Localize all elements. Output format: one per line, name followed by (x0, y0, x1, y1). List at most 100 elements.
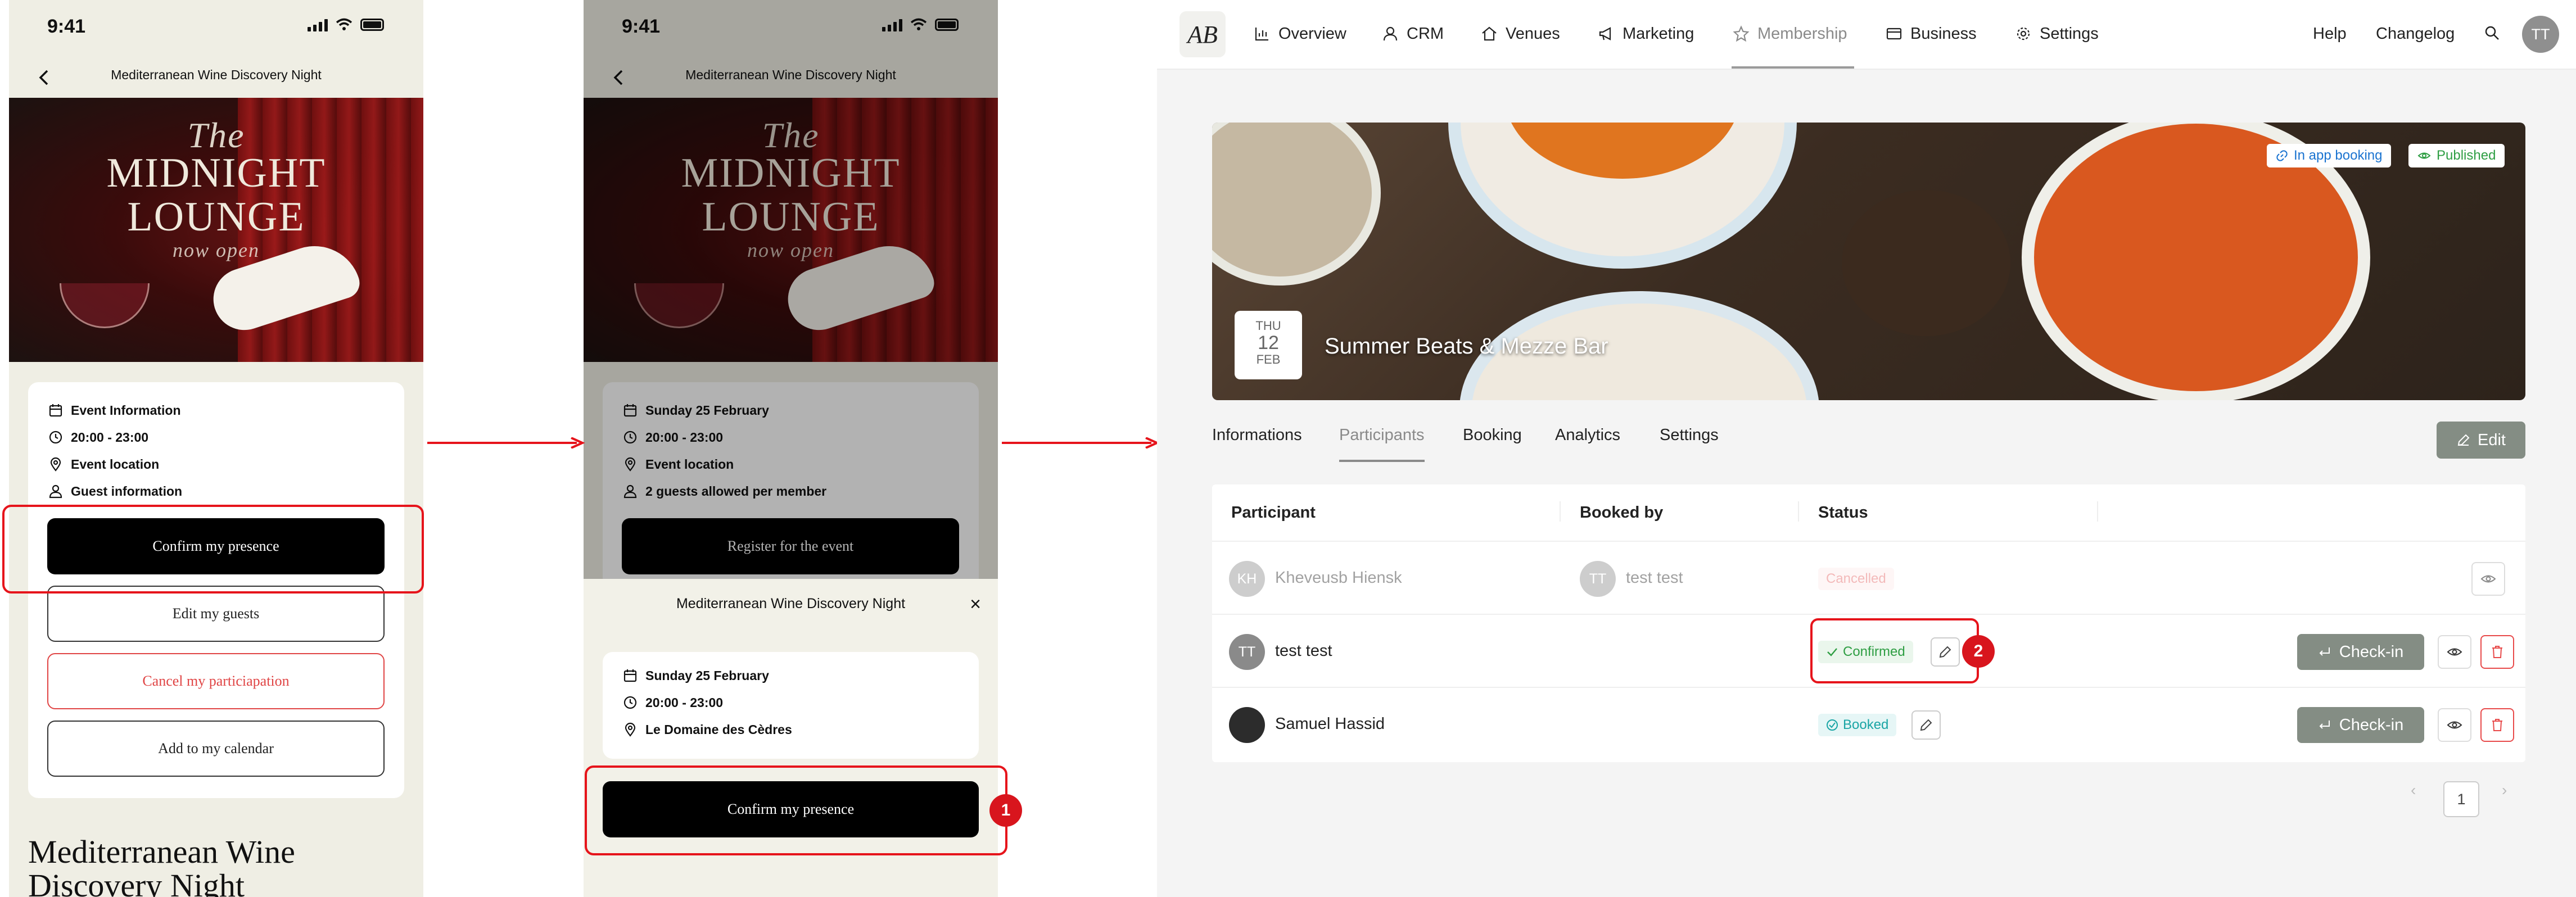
avatar: KH (1229, 561, 1265, 597)
info-text: Event location (71, 456, 160, 472)
nav-membership[interactable]: Membership (1733, 21, 1847, 46)
info-text: Le Domaine des Cèdres (645, 722, 792, 737)
participant-name: Kheveusb Hiensk (1275, 569, 1402, 587)
delete-button[interactable] (2480, 635, 2514, 669)
nav-business[interactable]: Business (1886, 21, 1977, 46)
bar-chart-icon (1255, 28, 1268, 41)
next-page-button[interactable]: › (2502, 781, 2507, 799)
event-hero-image: The MIDNIGHT LOUNGE now open (9, 98, 423, 362)
date-dow: THU (1255, 319, 1281, 333)
user-avatar[interactable]: TT (2522, 16, 2559, 53)
in-app-booking-tag: In app booking (2267, 144, 2392, 167)
nav-title: Mediterranean Wine Discovery Night (111, 67, 322, 82)
nav-settings[interactable]: Settings (2015, 21, 2099, 46)
view-button[interactable] (2471, 562, 2505, 596)
date-badge: THU 12 FEB (1235, 311, 1302, 379)
info-row: 20:00 - 23:00 (623, 691, 723, 714)
prev-page-button[interactable]: ‹ (2411, 781, 2416, 799)
status-time: 9:41 (47, 16, 86, 37)
info-row: Event location (48, 453, 159, 475)
modal-backdrop[interactable] (584, 0, 998, 579)
info-text: 20:00 - 23:00 (71, 429, 149, 445)
pencil-icon (2457, 434, 2470, 446)
date-month: FEB (1256, 352, 1281, 366)
check-in-button[interactable]: Check-in (2297, 634, 2424, 670)
info-row: Event Information (48, 399, 181, 422)
cancel-participation-button[interactable]: Cancel my particiapation (47, 653, 385, 709)
food-decoration (1842, 190, 2010, 336)
nav-crm[interactable]: CRM (1382, 21, 1444, 46)
calendar-icon (49, 404, 62, 417)
sheet-info-card: Sunday 25 February 20:00 - 23:00 Le Doma… (603, 652, 979, 759)
tab-informations[interactable]: Informations (1212, 426, 1302, 445)
edit-button[interactable]: Edit (2437, 422, 2525, 459)
avatar: TT (1580, 561, 1616, 597)
status-bar: 9:41 (9, 0, 423, 56)
nav-marketing[interactable]: Marketing (1598, 21, 1694, 46)
tab-settings[interactable]: Settings (1660, 426, 1719, 445)
avatar: TT (1229, 634, 1265, 670)
cocktail-glass-decoration (60, 283, 150, 328)
tab-booking[interactable]: Booking (1463, 426, 1522, 445)
nav-bar: Mediterranean Wine Discovery Night (9, 56, 423, 98)
eye-icon (2480, 575, 2496, 583)
sheet-title: Mediterranean Wine Discovery Night (676, 596, 906, 611)
tab-analytics[interactable]: Analytics (1555, 426, 1620, 445)
edit-guests-button[interactable]: Edit my guests (47, 586, 385, 642)
edit-label: Edit (2478, 431, 2506, 449)
battery-icon (360, 19, 384, 31)
participant-name: test test (1275, 642, 1332, 660)
food-plate-decoration (1212, 123, 1381, 286)
user-icon (49, 484, 62, 499)
page-number[interactable]: 1 (2443, 781, 2479, 817)
nav-venues[interactable]: Venues (1481, 21, 1560, 46)
date-day: 12 (1258, 332, 1279, 354)
eye-icon (2447, 721, 2462, 729)
table-row: Samuel Hassid Booked Check-in (1212, 687, 2525, 760)
check-in-label: Check-in (2339, 642, 2404, 661)
column-header: Status (1818, 504, 1868, 522)
close-icon[interactable]: × (970, 594, 981, 615)
status-label: Booked (1843, 717, 1889, 732)
event-title: Mediterranean Wine Discovery Night (28, 833, 295, 897)
check-in-button[interactable]: Check-in (2297, 707, 2424, 743)
phone-screen-event-detail: 9:41 Mediterranean Wine Discovery Night … (9, 0, 423, 897)
flow-arrow-icon (427, 437, 585, 448)
active-tab-indicator (1339, 460, 1425, 462)
clock-icon (49, 431, 62, 444)
nav-changelog[interactable]: Changelog (2376, 21, 2455, 46)
delete-button[interactable] (2480, 708, 2514, 742)
view-button[interactable] (2438, 635, 2471, 669)
credit-card-icon (1886, 28, 1902, 40)
nav-label: Membership (1757, 24, 1847, 43)
enter-icon (2319, 647, 2330, 656)
nav-overview[interactable]: Overview (1254, 21, 1346, 46)
view-button[interactable] (2438, 708, 2471, 742)
column-header: Booked by (1580, 504, 1664, 522)
step-badge: 1 (989, 794, 1022, 827)
phone-screen-confirm-sheet: 9:41 Mediterranean Wine Discovery Night … (584, 0, 998, 897)
published-tag: Published (2408, 144, 2505, 167)
participant-name: Samuel Hassid (1275, 715, 1385, 733)
info-row: Guest information (48, 480, 182, 502)
eye-icon (2447, 648, 2462, 656)
pencil-icon (1920, 719, 1932, 731)
nav-label: CRM (1407, 24, 1444, 43)
hero-title-line: now open (173, 239, 260, 261)
tab-participants[interactable]: Participants (1339, 426, 1425, 445)
location-pin-icon (625, 722, 636, 737)
check-in-label: Check-in (2339, 715, 2404, 734)
user-icon (1383, 26, 1398, 41)
gear-icon (2017, 27, 2030, 40)
tag-label: In app booking (2294, 148, 2383, 163)
status-badge: Cancelled (1818, 568, 1894, 590)
add-to-calendar-button[interactable]: Add to my calendar (47, 721, 385, 777)
event-banner: In app booking Published THU 12 FEB Summ… (1212, 123, 2525, 400)
brand-logo[interactable]: AB (1179, 11, 1226, 57)
column-header: Participant (1231, 504, 1316, 522)
column-divider (1560, 501, 1561, 522)
search-icon[interactable] (2484, 25, 2501, 42)
edit-status-button[interactable] (1911, 710, 1941, 740)
nav-label: Venues (1506, 24, 1560, 43)
nav-help[interactable]: Help (2313, 21, 2347, 46)
